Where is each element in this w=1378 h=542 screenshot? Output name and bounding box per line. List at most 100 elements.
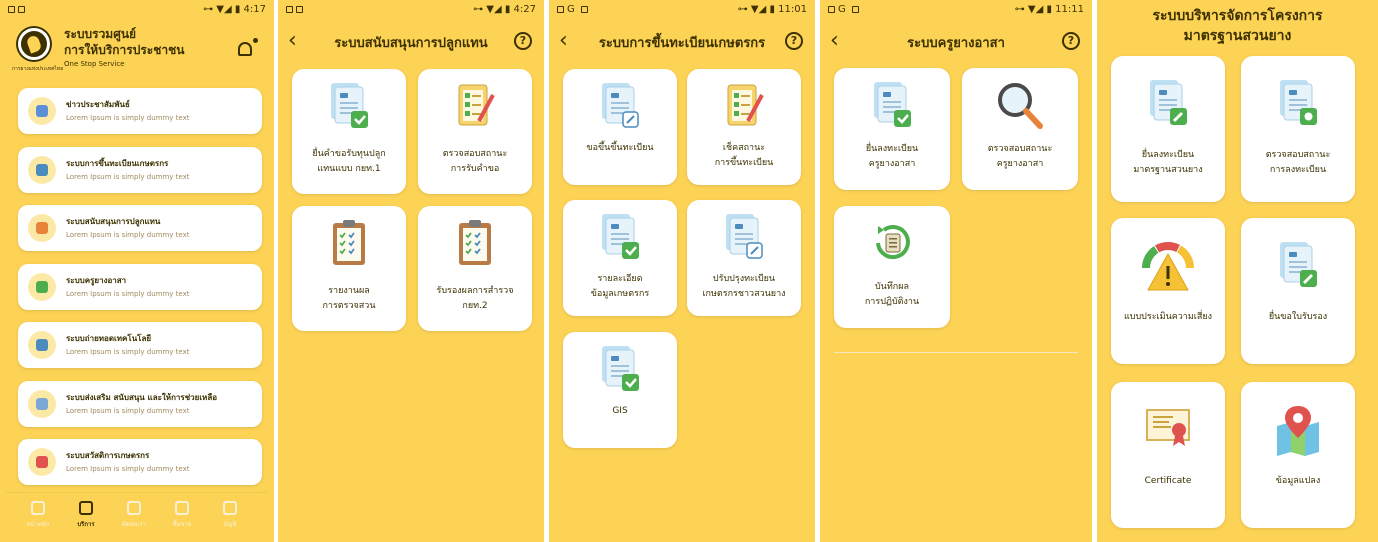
user-icon — [223, 501, 237, 515]
checklist-pencil-icon — [722, 81, 766, 135]
menu-item[interactable]: ระบบสนับสนุนการปลูกแทน Lorem Ipsum is sim… — [18, 205, 262, 251]
menu-item[interactable]: ข่าวประชาสัมพันธ์ Lorem Ipsum is simply d… — [18, 88, 262, 134]
help-icon[interactable]: ? — [514, 32, 532, 50]
page-title: ระบบสนับสนุนการปลูกแทน — [334, 36, 488, 51]
document-pencil-icon — [1146, 78, 1190, 132]
document-pencil-icon — [1276, 240, 1320, 294]
nav-item-label: บริการ — [77, 521, 95, 528]
tile-label-line1: Certificate — [1144, 476, 1192, 486]
menu-tile[interactable]: ยื่นลงทะเบียน ครูยางอาสา — [834, 68, 950, 190]
menu-tile[interactable]: เช็คสถานะ การขึ้นทะเบียน — [687, 69, 801, 185]
welfare-icon — [28, 448, 56, 476]
page-title: ระบบบริหารจัดการโครงการ มาตรฐานสวนยาง — [1097, 6, 1378, 46]
tile-label: ยื่นลงทะเบียน ครูยางอาสา — [838, 142, 946, 172]
tile-label-line1: ขอขึ้นขึ้นทะเบียน — [586, 143, 654, 153]
menu-item[interactable]: ระบบการขึ้นทะเบียนเกษตรกร Lorem Ipsum is … — [18, 146, 262, 193]
nav-item[interactable]: บัญชี — [210, 501, 250, 529]
tile-label-line1: เช็คสถานะ — [722, 143, 766, 153]
menu-tile[interactable]: ยื่นคำขอรับทุนปลูก แทนแบบ กยท.1 — [292, 69, 406, 194]
tile-label-line2: การรับคำขอ — [450, 164, 500, 174]
tile-label: ตรวจสอบสถานะการลงทะเบียน — [1245, 148, 1351, 178]
document-check-icon — [870, 80, 914, 134]
farmer-icon — [28, 155, 56, 184]
back-chevron-icon[interactable]: ‹ — [559, 26, 568, 56]
nav-item[interactable]: ซื้อขาย — [162, 501, 202, 529]
status-notification-icons — [286, 4, 306, 15]
menu-tile[interactable]: แบบประเมินความเสี่ยง — [1111, 218, 1225, 364]
menu-item[interactable]: ระบบถ่ายทอดเทคโนโลยี Lorem Ipsum is simpl… — [18, 322, 262, 368]
news-icon — [28, 97, 56, 125]
menu-item[interactable]: ระบบครูยางอาสา Lorem Ipsum is simply dumm… — [18, 263, 262, 310]
menu-item[interactable]: ระบบส่งเสริม สนับสนุน และให้การช่วยเหลือ… — [18, 380, 262, 427]
document-edit-icon — [722, 212, 766, 266]
tile-label: ขอขึ้นขึ้นทะเบียน — [567, 141, 673, 156]
tile-label-line1: รายละเอียด — [597, 274, 643, 284]
back-chevron-icon[interactable]: ‹ — [288, 26, 297, 56]
tile-label: รายงานผล การตรวจสวน — [296, 284, 402, 314]
help-icon[interactable]: ? — [785, 32, 803, 50]
logo-icon — [18, 28, 50, 60]
nav-item[interactable]: บริการ — [66, 501, 106, 529]
page-title: ระบบการขึ้นทะเบียนเกษตรกร — [598, 36, 766, 51]
menu-tile[interactable]: ตรวจสอบสถานะ การรับคำขอ — [418, 69, 532, 194]
tile-label-line1: ยื่นขอใบรับรอง — [1268, 312, 1328, 322]
menu-item-subtitle: Lorem Ipsum is simply dummy text — [66, 172, 190, 181]
checklist-pencil-icon — [453, 81, 497, 135]
status-time: 11:01 — [778, 4, 807, 15]
tile-label: แบบประเมินความเสี่ยง — [1115, 310, 1221, 325]
tile-label-line1: บันทึกผล — [874, 282, 910, 292]
support-icon — [28, 389, 56, 418]
menu-item-subtitle: Lorem Ipsum is simply dummy text — [66, 406, 190, 415]
bell-icon[interactable] — [238, 42, 252, 56]
tile-label: ตรวจสอบสถานะ ครูยางอาสา — [966, 142, 1074, 172]
tile-label-line2: กยท.2 — [462, 301, 488, 311]
replanting-screen: ⊶ ▼◢ ▮ 4:27 ‹ ระบบสนับสนุนการปลูกแทน ? ย… — [278, 0, 544, 542]
help-icon[interactable]: ? — [1062, 32, 1080, 50]
status-right: ⊶ ▼◢ ▮ 11:11 — [1014, 4, 1084, 15]
status-notification-icons: G — [557, 4, 591, 15]
menu-item-subtitle: Lorem Ipsum is simply dummy text — [66, 289, 190, 298]
menu-item-title: ระบบสนับสนุนการปลูกแทน — [66, 217, 161, 226]
status-bar: G ⊶ ▼◢ ▮ 11:11 — [820, 0, 1092, 20]
menu-tile[interactable]: GIS — [563, 332, 677, 448]
menu-item-subtitle: Lorem Ipsum is simply dummy text — [66, 231, 190, 239]
menu-tile[interactable]: รายละเอียด ข้อมูลเกษตรกร — [563, 200, 677, 316]
tile-label-line1: ตรวจสอบสถานะ — [1265, 150, 1331, 160]
cart-icon — [175, 501, 189, 515]
menu-item-title: ระบบถ่ายทอดเทคโนโลยี — [66, 334, 152, 343]
status-right: ⊶ ▼◢ ▮ 4:17 — [203, 4, 266, 15]
status-time: 11:11 — [1055, 4, 1084, 15]
menu-tile[interactable]: ขอขึ้นขึ้นทะเบียน — [563, 69, 677, 185]
menu-tile[interactable]: ข้อมูลแปลง — [1241, 382, 1355, 528]
certificate-icon — [1143, 404, 1193, 456]
menu-tile[interactable]: รายงานผล การตรวจสวน — [292, 206, 406, 331]
status-bar: G ⊶ ▼◢ ▮ 11:01 — [549, 0, 815, 20]
clipboard-icon — [453, 218, 497, 272]
tile-label: ปรับปรุงทะเบียนเกษตรกรชาวสวนยาง — [691, 272, 797, 302]
menu-tile[interactable]: ตรวจสอบสถานะการลงทะเบียน — [1241, 56, 1355, 202]
menu-tile[interactable]: ยื่นลงทะเบียนมาตรฐานสวนยาง — [1111, 56, 1225, 202]
menu-tile[interactable]: ตรวจสอบสถานะ ครูยางอาสา — [962, 68, 1078, 190]
menu-tile[interactable]: รับรองผลการสำรวจ กยท.2 — [418, 206, 532, 331]
tile-label-line2: มาตรฐานสวนยาง — [1133, 165, 1203, 175]
status-time: 4:27 — [513, 4, 536, 15]
menu-tile[interactable]: ยื่นขอใบรับรอง — [1241, 218, 1355, 364]
menu-item[interactable]: ระบบสวัสดิการเกษตรกร Lorem Ipsum is simpl… — [18, 439, 262, 485]
tile-label-line1: ยื่นลงทะเบียน — [1141, 150, 1195, 160]
menu-tile[interactable]: ปรับปรุงทะเบียนเกษตรกรชาวสวนยาง — [687, 200, 801, 316]
nav-item[interactable]: หน้าหลัก — [18, 501, 58, 529]
tile-label-line2: ครูยางอาสา — [996, 159, 1044, 169]
tile-label-line2: การลงทะเบียน — [1269, 165, 1327, 175]
magnifier-icon — [995, 80, 1045, 138]
tile-label-line1: ยื่นลงทะเบียน — [865, 144, 919, 154]
tile-label-line1: ข้อมูลแปลง — [1275, 476, 1321, 486]
menu-tile[interactable]: บันทึกผล การปฏิบัติงาน — [834, 206, 950, 328]
menu-tile[interactable]: Certificate — [1111, 382, 1225, 528]
app-header: การยางแห่งประเทศไทย ระบบรวมศูนย์ การให้บ… — [0, 20, 274, 80]
tile-label-line2: แทนแบบ กยท.1 — [317, 164, 381, 174]
map-pin-icon — [1273, 404, 1323, 460]
tile-label-line2: เกษตรกรชาวสวนยาง — [702, 289, 786, 299]
nav-item[interactable]: ติดต่อเรา — [114, 501, 154, 529]
tile-label-line1: ปรับปรุงทะเบียน — [712, 274, 776, 284]
back-chevron-icon[interactable]: ‹ — [830, 26, 839, 56]
